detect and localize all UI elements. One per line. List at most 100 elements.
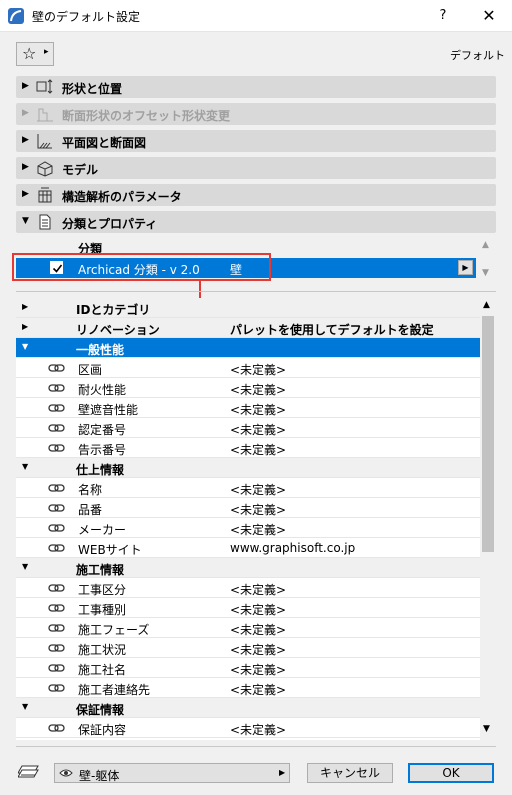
classification-more-button[interactable]: ▶ — [458, 260, 473, 275]
collapsed-arrow-icon[interactable]: ▶ — [22, 322, 28, 331]
property-value[interactable]: <未定義> — [230, 521, 286, 538]
property-group-name: 保証情報 — [76, 703, 125, 717]
property-value[interactable]: <未定義> — [230, 361, 286, 378]
link-icon — [48, 522, 66, 534]
property-name: メーカー — [78, 523, 127, 537]
classification-icon — [36, 213, 54, 231]
property-name: 工事種別 — [78, 603, 127, 617]
section-header[interactable]: ▶ モデル — [16, 157, 496, 179]
collapsed-arrow-icon[interactable]: ▶ — [22, 189, 29, 199]
property-value[interactable]: <未定義> — [230, 601, 286, 618]
scroll-up-icon[interactable]: ▲ — [482, 240, 489, 250]
link-icon — [48, 722, 66, 734]
property-row[interactable]: 壁遮音性能 <未定義> — [16, 398, 480, 418]
property-row[interactable]: 施工フェーズ <未定義> — [16, 618, 480, 638]
layer-selector[interactable]: 壁-躯体 ▶ — [54, 763, 290, 783]
property-group-row[interactable]: ▶ リノベーション パレットを使用してデフォルトを設定 — [16, 318, 480, 338]
property-value[interactable]: <未定義> — [230, 581, 286, 598]
property-row[interactable]: 耐火性能 <未定義> — [16, 378, 480, 398]
property-row[interactable]: 告示番号 <未定義> — [16, 438, 480, 458]
divider — [16, 291, 496, 292]
property-name: 施工状況 — [78, 643, 127, 657]
section-header: ▶ 断面形状のオフセット形状変更 — [16, 103, 496, 125]
collapsed-arrow-icon[interactable]: ▶ — [22, 81, 29, 91]
divider — [16, 746, 496, 747]
scrollbar-thumb[interactable] — [482, 316, 494, 552]
collapsed-arrow-icon[interactable]: ▶ — [22, 302, 28, 311]
section-label: 断面形状のオフセット形状変更 — [62, 109, 231, 123]
property-name: 認定番号 — [78, 423, 127, 437]
property-row[interactable]: 施工社名 <未定義> — [16, 658, 480, 678]
property-row[interactable]: 名称 <未定義> — [16, 478, 480, 498]
collapsed-arrow-icon[interactable]: ▶ — [22, 135, 29, 145]
cancel-button[interactable]: キャンセル — [307, 763, 393, 783]
property-value[interactable]: <未定義> — [230, 721, 286, 738]
property-row[interactable]: 品番 <未定義> — [16, 498, 480, 518]
property-row[interactable]: 区画 <未定義> — [16, 358, 480, 378]
link-icon — [48, 622, 66, 634]
scroll-down-icon[interactable]: ▼ — [482, 268, 489, 278]
property-value[interactable]: <未定義> — [230, 401, 286, 418]
property-row[interactable]: 工事区分 <未定義> — [16, 578, 480, 598]
property-value[interactable]: <未定義> — [230, 621, 286, 638]
property-group-name: リノベーション — [76, 323, 160, 337]
property-value[interactable]: <未定義> — [230, 441, 286, 458]
floorplan-section-icon — [36, 132, 54, 150]
layer-name: 壁-躯体 — [79, 769, 120, 783]
collapsed-arrow-icon[interactable]: ▶ — [22, 108, 29, 118]
expanded-arrow-icon[interactable]: ▼ — [22, 216, 29, 226]
favorites-button[interactable]: ☆ ▸ — [16, 42, 54, 66]
section-header[interactable]: ▶ 平面図と断面図 — [16, 130, 496, 152]
property-row[interactable]: 施工者連絡先 <未定義> — [16, 678, 480, 698]
section-header[interactable]: ▶ 構造解析のパラメータ — [16, 184, 496, 206]
property-value[interactable]: <未定義> — [230, 681, 286, 698]
close-button[interactable]: ✕ — [466, 0, 512, 32]
property-group-name: IDとカテゴリ — [76, 303, 151, 317]
property-name: 工事区分 — [78, 583, 127, 597]
property-row[interactable]: 認定番号 <未定義> — [16, 418, 480, 438]
scroll-up-icon[interactable]: ▲ — [483, 300, 490, 310]
property-value[interactable]: <未定義> — [230, 661, 286, 678]
shape-position-icon — [36, 78, 54, 96]
property-value[interactable]: www.graphisoft.co.jp — [230, 541, 355, 555]
scroll-down-icon[interactable]: ▼ — [483, 724, 490, 734]
link-icon — [48, 602, 66, 614]
expanded-arrow-icon[interactable]: ▼ — [22, 702, 28, 711]
property-value[interactable]: <未定義> — [230, 421, 286, 438]
property-group-row[interactable]: ▶ IDとカテゴリ — [16, 298, 480, 318]
section-header[interactable]: ▼ 分類とプロパティ — [16, 211, 496, 233]
expanded-arrow-icon[interactable]: ▼ — [22, 462, 28, 471]
layer-icon — [17, 762, 42, 780]
property-group-row[interactable]: ▼ 仕上情報 — [16, 458, 480, 478]
property-scrollbar[interactable]: ▲ ▼ — [480, 298, 496, 740]
property-group-row[interactable]: ▼ 施工情報 — [16, 558, 480, 578]
link-icon — [48, 442, 66, 454]
link-icon — [48, 382, 66, 394]
property-name: 品番 — [78, 503, 103, 517]
property-value[interactable]: <未定義> — [230, 641, 286, 658]
property-value[interactable]: <未定義> — [230, 481, 286, 498]
property-value[interactable]: <未定義> — [230, 501, 286, 518]
property-group-row[interactable]: ▼ 保証情報 — [16, 698, 480, 718]
link-icon — [48, 662, 66, 674]
property-group-value: パレットを使用してデフォルトを設定 — [230, 323, 434, 337]
collapsed-arrow-icon[interactable]: ▶ — [22, 162, 29, 172]
ok-button[interactable]: OK — [408, 763, 494, 783]
section-header[interactable]: ▶ 形状と位置 — [16, 76, 496, 98]
property-value[interactable]: <未定義> — [230, 381, 286, 398]
property-group-row[interactable]: ▼ 一般性能 — [16, 338, 480, 358]
link-icon — [48, 582, 66, 594]
property-row[interactable]: 施工状況 <未定義> — [16, 638, 480, 658]
window-title: 壁のデフォルト設定 — [32, 10, 141, 24]
expanded-arrow-icon[interactable]: ▼ — [22, 342, 28, 351]
property-row[interactable]: 保証内容 <未定義> — [16, 718, 480, 738]
help-button[interactable]: ? — [420, 0, 466, 32]
property-row[interactable]: WEBサイト www.graphisoft.co.jp — [16, 538, 480, 558]
property-name: 名称 — [78, 483, 103, 497]
property-name: 保証内容 — [78, 723, 127, 737]
property-row[interactable]: メーカー <未定義> — [16, 518, 480, 538]
eye-icon — [59, 769, 73, 777]
property-name: 施工フェーズ — [78, 623, 150, 637]
property-row[interactable]: 工事種別 <未定義> — [16, 598, 480, 618]
expanded-arrow-icon[interactable]: ▼ — [22, 562, 28, 571]
